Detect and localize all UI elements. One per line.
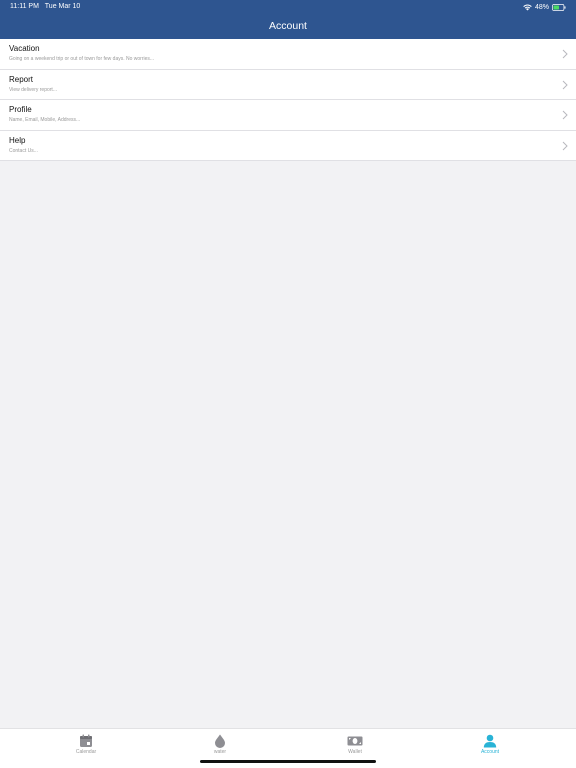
tab-account[interactable]: Account <box>418 729 562 768</box>
page-title: Account <box>269 20 307 32</box>
menu-item-title: Vacation <box>9 44 40 53</box>
battery-percent: 48% <box>534 3 549 11</box>
menu-item-subtitle: View delivery report... <box>9 86 57 93</box>
menu-item-title: Report <box>9 74 34 84</box>
status-time: 11:11 PM Tue Mar 10 <box>10 3 80 10</box>
menu-item-title: Profile <box>9 105 32 114</box>
menu-item-subtitle: Going on a weekend trip or out of town f… <box>9 56 155 62</box>
home-indicator <box>200 760 376 763</box>
menu-item-profile[interactable]: Profile Name, Email, Mobile, Address... <box>0 100 576 131</box>
tab-calendar[interactable]: Calendar <box>14 729 158 768</box>
chevron-right-icon <box>562 141 568 150</box>
water-drop-icon <box>213 734 227 748</box>
menu-item-vacation[interactable]: Vacation Going on a weekend trip or out … <box>0 39 576 70</box>
chevron-right-icon <box>562 80 568 89</box>
menu-item-title: Help <box>9 135 26 145</box>
status-time-text: 11:11 PM <box>10 3 39 10</box>
menu-item-subtitle: Name, Email, Mobile, Address... <box>9 117 81 123</box>
status-date-text: Tue Mar 10 <box>44 3 81 10</box>
tab-label: Wallet <box>348 749 362 755</box>
wifi-icon <box>523 3 532 11</box>
account-menu-list: Vacation Going on a weekend trip or out … <box>0 39 576 161</box>
calendar-icon <box>79 734 93 748</box>
wallet-icon <box>347 734 363 748</box>
header: 11:11 PM Tue Mar 10 48% Account <box>0 0 576 39</box>
status-right: 48% <box>523 2 566 12</box>
menu-item-subtitle: Contact Us... <box>9 147 38 154</box>
screen: 11:11 PM Tue Mar 10 48% Account Vacation… <box>0 0 576 768</box>
account-icon <box>483 734 497 748</box>
chevron-right-icon <box>562 110 568 120</box>
tab-label: Calendar <box>75 749 97 755</box>
menu-item-help[interactable]: Help Contact Us... <box>0 131 576 161</box>
status-bar: 11:11 PM Tue Mar 10 48% <box>0 0 576 14</box>
tab-label: water <box>213 749 227 755</box>
chevron-right-icon <box>562 49 568 59</box>
tab-label: Account <box>480 749 500 755</box>
menu-item-report[interactable]: Report View delivery report... <box>0 70 576 100</box>
battery-icon <box>552 3 566 11</box>
